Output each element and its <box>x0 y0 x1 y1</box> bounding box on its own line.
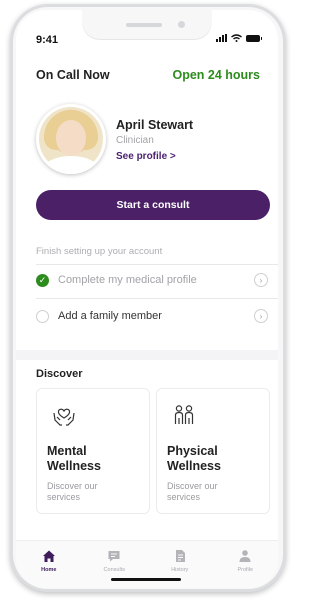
person-icon <box>239 550 251 562</box>
see-profile-link[interactable]: See profile > <box>116 151 176 162</box>
start-consult-button[interactable]: Start a consult <box>36 190 270 220</box>
status-bar: 9:41 <box>16 10 278 50</box>
home-icon <box>42 550 55 562</box>
status-time: 9:41 <box>36 34 59 46</box>
tab-label: Home <box>41 567 57 573</box>
clinician-avatar <box>36 104 106 174</box>
divider <box>36 298 278 299</box>
status-icons <box>216 34 262 42</box>
document-icon <box>175 550 185 562</box>
card-title: Mental Wellness <box>47 444 101 473</box>
signal-icon <box>216 34 227 42</box>
wifi-icon <box>231 34 242 42</box>
people-icon <box>174 405 194 424</box>
home-indicator <box>111 578 181 581</box>
discover-title: Discover <box>36 368 83 380</box>
battery-icon <box>246 34 262 42</box>
tab-label: Consults <box>103 567 125 573</box>
speaker <box>126 23 162 27</box>
card-title: Physical Wellness <box>167 444 221 473</box>
app-screen: 9:41 On Call Now Open 24 hours April Ste… <box>16 10 278 588</box>
tab-label: Profile <box>237 567 254 573</box>
clinician-name: April Stewart <box>116 118 194 132</box>
check-icon: ✓ <box>36 273 49 287</box>
availability-label: Open 24 hours <box>172 68 260 82</box>
on-call-label: On Call Now <box>36 68 110 82</box>
chevron-right-icon: › <box>254 273 268 287</box>
hands-heart-icon <box>53 408 75 426</box>
setup-item-label: Complete my medical profile <box>58 274 197 286</box>
chevron-right-icon: › <box>254 309 268 323</box>
setup-item-medical-profile[interactable]: ✓ Complete my medical profile › <box>36 270 268 290</box>
chat-icon <box>108 551 120 562</box>
section-separator <box>16 350 278 360</box>
setup-item-label: Add a family member <box>58 310 162 322</box>
setup-item-family-member[interactable]: Add a family member › <box>36 306 268 326</box>
clinician-role: Clinician <box>116 135 154 146</box>
physical-wellness-card[interactable]: Physical Wellness Discover our services <box>156 388 270 514</box>
notch <box>82 10 212 40</box>
tab-label: History <box>171 567 189 573</box>
camera <box>178 21 185 28</box>
on-call-header: On Call Now Open 24 hours <box>36 68 260 82</box>
card-subtitle: Discover our services <box>47 481 98 502</box>
mental-wellness-card[interactable]: Mental Wellness Discover our services <box>36 388 150 514</box>
clinician-card: April Stewart Clinician See profile > <box>36 104 260 178</box>
tab-profile[interactable]: Profile <box>213 541 279 588</box>
divider <box>36 264 278 265</box>
unchecked-circle-icon <box>36 309 49 323</box>
tab-home[interactable]: Home <box>16 541 82 588</box>
setup-section-title: Finish setting up your account <box>36 246 163 257</box>
card-subtitle: Discover our services <box>167 481 218 502</box>
